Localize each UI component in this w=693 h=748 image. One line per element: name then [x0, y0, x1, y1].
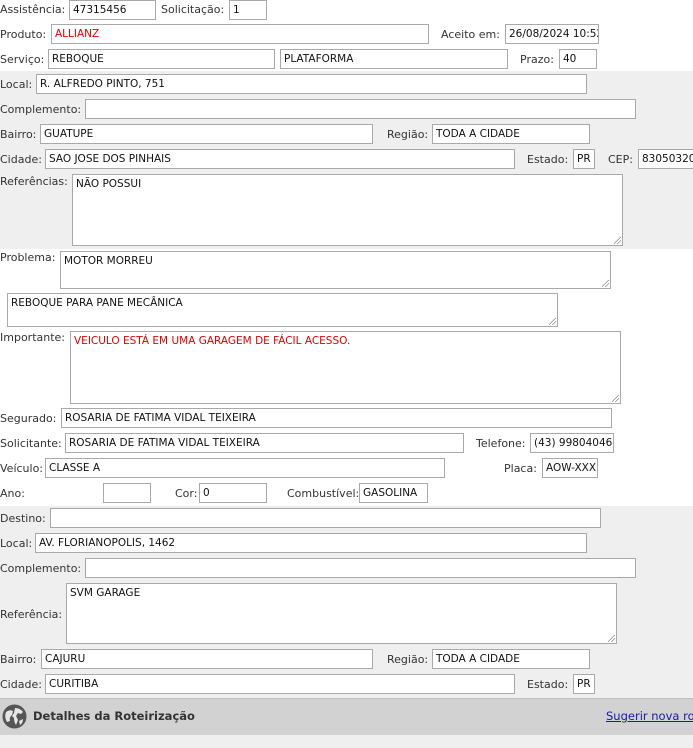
placa-field[interactable]: AOW-XXX [542, 458, 598, 478]
routing-details-bar: Detalhes da Roteirização Sugerir nova ro… [0, 698, 693, 736]
bairro-label: Bairro: [0, 128, 37, 141]
estado-label: Estado: [527, 153, 569, 166]
veiculo-field[interactable]: CLASSE A [45, 458, 445, 478]
combustivel-label: Combustível: [287, 487, 360, 500]
local-field[interactable]: R. ALFREDO PINTO, 751 [36, 74, 587, 94]
destino-label: Destino: [0, 512, 46, 525]
assistencia-label: Assistência: [0, 3, 66, 16]
resize-grip-icon[interactable] [614, 237, 621, 244]
destino-complemento-field[interactable] [85, 558, 636, 578]
servico-field[interactable]: REBOQUE [48, 49, 275, 69]
cor-label: Cor: [175, 487, 198, 500]
combustivel-field[interactable]: GASOLINA [359, 483, 428, 503]
destino-bairro-field[interactable]: CAJURU [41, 649, 373, 669]
ano-field[interactable] [103, 483, 151, 503]
referencias-label: Referências: [0, 175, 68, 188]
bottom-strip [0, 735, 693, 748]
placa-label: Placa: [504, 462, 537, 475]
servico-tipo-field[interactable]: PLATAFORMA [280, 49, 508, 69]
referencias-text: NÃO POSSUI [76, 178, 142, 190]
destino-complemento-label: Complemento: [0, 562, 82, 575]
estado-field[interactable]: PR [573, 149, 595, 169]
destino-referencia-textarea[interactable]: SVM GARAGE [66, 583, 617, 644]
produto-label: Produto: [0, 28, 47, 41]
destino-cidade-field[interactable]: CURITIBA [45, 674, 515, 694]
importante-label: Importante: [0, 331, 66, 344]
destino-local-field[interactable]: AV. FLORIANOPOLIS, 1462 [35, 533, 587, 553]
complemento-label: Complemento: [0, 103, 82, 116]
ano-label: Ano: [0, 487, 25, 500]
destino-regiao-label: Região: [387, 653, 429, 666]
routing-details-title: Detalhes da Roteirização [33, 709, 195, 723]
destino-estado-field[interactable]: PR [573, 674, 595, 694]
assistencia-field[interactable]: 47315456 [69, 0, 156, 20]
importante-textarea[interactable]: VEICULO ESTÁ EM UMA GARAGEM DE FÁCIL ACE… [70, 331, 621, 404]
destino-field[interactable] [50, 508, 601, 528]
descricao-text: REBOQUE PARA PANE MECÂNICA [11, 297, 183, 309]
produto-field[interactable]: ALLIANZ [51, 24, 429, 44]
problema-textarea[interactable]: MOTOR MORREU [60, 251, 611, 289]
veiculo-label: Veículo: [0, 462, 44, 475]
descricao-textarea[interactable]: REBOQUE PARA PANE MECÂNICA [7, 293, 558, 327]
servico-label: Serviço: [0, 53, 45, 66]
solicitacao-field[interactable]: 1 [229, 0, 267, 20]
aceito-label: Aceito em: [441, 28, 500, 41]
globe-icon [2, 704, 27, 729]
resize-grip-icon[interactable] [549, 318, 556, 325]
regiao-field[interactable]: TODA A CIDADE [432, 124, 590, 144]
resize-grip-icon[interactable] [612, 395, 619, 402]
referencias-textarea[interactable]: NÃO POSSUI [72, 174, 623, 246]
destino-local-label: Local: [0, 537, 33, 550]
problema-label: Problema: [0, 251, 56, 264]
destino-bairro-label: Bairro: [0, 653, 37, 666]
regiao-label: Região: [387, 128, 429, 141]
resize-grip-icon[interactable] [608, 635, 615, 642]
destino-cidade-label: Cidade: [0, 678, 42, 691]
telefone-field[interactable]: (43) 998040469 [530, 433, 614, 453]
complemento-field[interactable] [85, 99, 636, 119]
bairro-field[interactable]: GUATUPE [40, 124, 373, 144]
destino-regiao-field[interactable]: TODA A CIDADE [432, 649, 590, 669]
telefone-label: Telefone: [476, 437, 526, 450]
solicitante-label: Solicitante: [0, 437, 62, 450]
cor-field[interactable]: 0 [199, 483, 267, 503]
segurado-label: Segurado: [0, 412, 57, 425]
cidade-field[interactable]: SAO JOSE DOS PINHAIS [45, 149, 515, 169]
resize-grip-icon[interactable] [602, 280, 609, 287]
destino-referencia-text: SVM GARAGE [70, 587, 141, 599]
solicitante-field[interactable]: ROSARIA DE FATIMA VIDAL TEIXEIRA [65, 433, 464, 453]
aceito-field[interactable]: 26/08/2024 10:52 [505, 24, 599, 44]
solicitacao-label: Solicitação: [161, 3, 225, 16]
prazo-label: Prazo: [520, 53, 554, 66]
destino-referencia-label: Referência: [0, 608, 63, 621]
suggest-route-link[interactable]: Sugerir nova rota [606, 709, 693, 723]
problema-text: MOTOR MORREU [64, 255, 153, 267]
cep-label: CEP: [608, 153, 633, 166]
cep-field[interactable]: 83050320 [638, 149, 693, 169]
segurado-field[interactable]: ROSARIA DE FATIMA VIDAL TEIXEIRA [61, 408, 612, 428]
prazo-field[interactable]: 40 [559, 49, 597, 69]
local-label: Local: [0, 78, 33, 91]
cidade-label: Cidade: [0, 153, 42, 166]
importante-text: VEICULO ESTÁ EM UMA GARAGEM DE FÁCIL ACE… [74, 335, 351, 347]
destino-estado-label: Estado: [527, 678, 569, 691]
